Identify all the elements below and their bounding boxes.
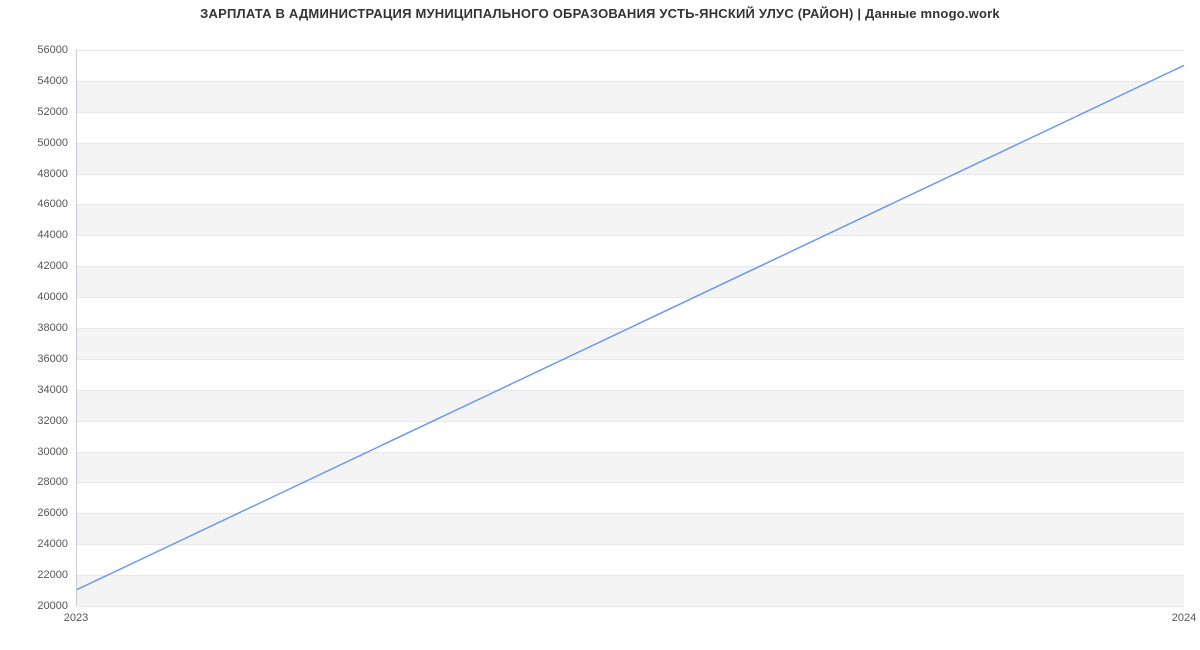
- x-tick-label: 2024: [1172, 612, 1196, 624]
- y-tick-label: 28000: [8, 476, 68, 488]
- y-tick-label: 32000: [8, 415, 68, 427]
- y-tick-label: 42000: [8, 260, 68, 272]
- y-tick-label: 54000: [8, 75, 68, 87]
- y-tick-label: 50000: [8, 137, 68, 149]
- y-tick-label: 46000: [8, 198, 68, 210]
- line-layer: [77, 50, 1184, 605]
- chart-container: ЗАРПЛАТА В АДМИНИСТРАЦИЯ МУНИЦИПАЛЬНОГО …: [0, 0, 1200, 650]
- plot-area: [76, 50, 1184, 606]
- y-tick-label: 34000: [8, 384, 68, 396]
- y-tick-label: 44000: [8, 229, 68, 241]
- y-tick-label: 20000: [8, 600, 68, 612]
- y-tick-label: 56000: [8, 44, 68, 56]
- y-tick-label: 36000: [8, 353, 68, 365]
- y-tick-label: 30000: [8, 446, 68, 458]
- y-tick-label: 38000: [8, 322, 68, 334]
- y-tick-label: 24000: [8, 538, 68, 550]
- x-tick-label: 2023: [64, 612, 88, 624]
- y-tick-label: 40000: [8, 291, 68, 303]
- y-tick-label: 48000: [8, 168, 68, 180]
- chart-title: ЗАРПЛАТА В АДМИНИСТРАЦИЯ МУНИЦИПАЛЬНОГО …: [0, 6, 1200, 21]
- y-tick-label: 52000: [8, 106, 68, 118]
- series-line: [77, 65, 1184, 589]
- y-tick-label: 26000: [8, 507, 68, 519]
- y-grid-line: [77, 606, 1184, 607]
- y-tick-label: 22000: [8, 569, 68, 581]
